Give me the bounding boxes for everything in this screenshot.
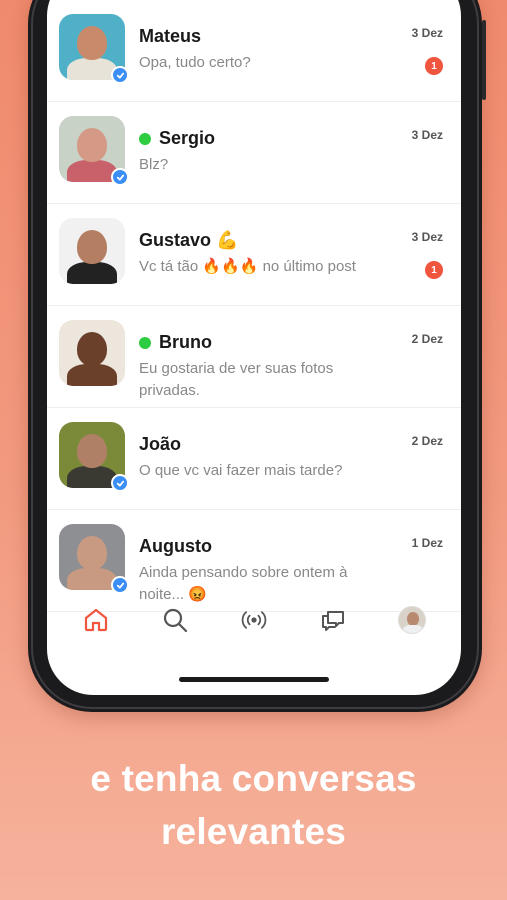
name-line: Augusto [139,536,212,557]
verified-check-icon [111,576,129,594]
message-date: 1 Dez [411,536,443,550]
message-date: 2 Dez [411,434,443,448]
avatar-photo [59,218,125,284]
tab-profile[interactable] [392,600,432,640]
chat-row[interactable]: Gustavo 💪 Vc tá tão 🔥🔥🔥 no último post 3 D… [47,204,461,306]
name-line: Bruno [139,332,212,353]
tab-home[interactable] [76,600,116,640]
avatar[interactable] [59,320,125,386]
message-date: 2 Dez [411,332,443,346]
unread-badge: 1 [425,261,443,279]
tab-live[interactable] [234,600,274,640]
contact-name: Sergio [159,128,216,148]
contact-name: João [139,434,182,454]
name-line: Sergio [139,128,215,149]
promo-caption: e tenha conversas relevantes [0,752,507,858]
profile-avatar [397,606,426,634]
phone-side-button [482,20,486,100]
caption-line-2: relevantes [160,811,347,852]
avatar[interactable] [59,422,129,492]
chat-row[interactable]: Bruno Eu gostaria de ver suas fotos priva… [47,306,461,408]
search-icon [164,608,188,633]
avatar[interactable] [59,116,129,186]
home-icon [85,608,108,632]
contact-name: Bruno [159,332,212,352]
verified-check-icon [111,168,129,186]
live-broadcast-icon [241,611,267,629]
verified-check-icon [111,474,129,492]
verified-check-icon [111,66,129,84]
tab-search[interactable] [155,600,195,640]
chat-row[interactable]: Sergio Blz? 3 Dez [47,102,461,204]
online-status-dot [139,336,151,349]
avatar[interactable] [59,14,129,84]
name-line: Mateus [139,26,201,47]
contact-name: Gustavo 💪 [139,230,239,250]
caption-line-1: e tenha conversas [90,758,417,799]
message-date: 3 Dez [411,26,443,40]
chat-row[interactable]: João O que vc vai fazer mais tarde? 2 Dez [47,408,461,510]
message-preview: Blz? [139,156,169,173]
name-line: Gustavo 💪 [139,230,238,251]
tab-bar [47,595,461,645]
phone-screen: Mateus Opa, tudo certo? 3 Dez 1 Sergio Blz? 3 … [47,0,461,695]
name-line: João [139,434,181,455]
home-indicator [179,677,329,682]
contact-name: Augusto [139,536,212,556]
message-preview: O que vc vai fazer mais tarde? [139,462,343,479]
message-preview: Vc tá tão 🔥🔥🔥 no último post [139,258,356,275]
message-date: 3 Dez [411,128,443,142]
chat-row[interactable]: Mateus Opa, tudo certo? 3 Dez 1 [47,0,461,102]
message-date: 3 Dez [411,230,443,244]
online-status-dot [139,132,151,145]
message-preview: Eu gostaria de ver suas fotos privadas. [139,360,334,399]
tab-messages[interactable] [313,600,353,640]
avatar-photo [59,320,125,386]
chat-bubbles-icon [321,611,344,631]
contact-name: Mateus [139,26,202,46]
unread-badge: 1 [425,57,443,75]
avatar[interactable] [59,218,125,284]
avatar[interactable] [59,524,129,594]
message-preview: Opa, tudo certo? [139,54,251,71]
chat-list: Mateus Opa, tudo certo? 3 Dez 1 Sergio Blz? 3 … [47,0,461,612]
